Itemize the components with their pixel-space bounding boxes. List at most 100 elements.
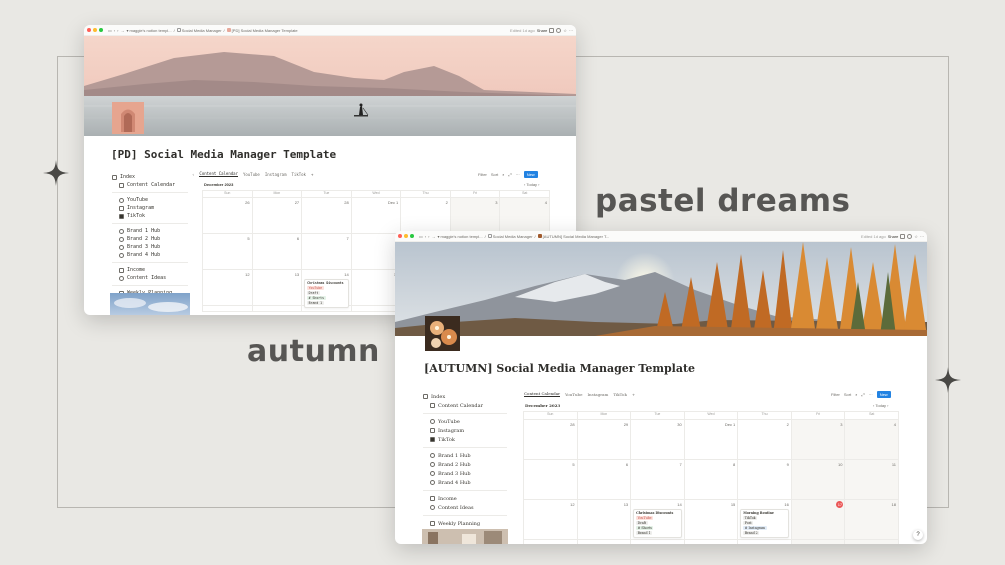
tab-instagram[interactable]: Instagram	[587, 392, 608, 397]
calendar-day[interactable]	[685, 540, 739, 544]
breadcrumb-item[interactable]: [AUTUMN] Social Media Manager T...	[537, 234, 609, 239]
calendar-day[interactable]	[524, 540, 578, 544]
calendar-day[interactable]: 12	[203, 270, 253, 306]
share-button[interactable]: Share	[537, 28, 548, 33]
tab-youtube[interactable]: YouTube	[565, 392, 582, 397]
sidebar-item-income[interactable]: Income	[423, 494, 507, 503]
calendar-day[interactable]: 4	[500, 198, 550, 234]
calendar-day[interactable]: 29	[577, 420, 632, 460]
share-button[interactable]: Share	[888, 234, 899, 239]
sidebar-item-instagram[interactable]: Instagram	[423, 426, 507, 435]
calendar-day[interactable]: 14 Christmas Discounts YouTube Draft # S…	[631, 500, 685, 540]
tab-content-calendar[interactable]: Content Calendar	[199, 171, 238, 177]
calendar-day[interactable]: 6	[252, 234, 303, 270]
calendar-day[interactable]: 5	[524, 460, 578, 500]
calendar-day[interactable]: 6	[577, 460, 632, 500]
calendar-day[interactable]: 17	[791, 500, 846, 540]
expand-icon[interactable]: ⤢	[508, 172, 511, 177]
calendar-day[interactable]	[578, 540, 632, 544]
sidebar-item-weekly-planning[interactable]: Weekly Planning	[423, 519, 507, 528]
more-icon[interactable]: ···	[920, 234, 924, 239]
calendar-day[interactable]: 7	[631, 460, 685, 500]
tab-tiktok[interactable]: TikTok	[292, 172, 306, 177]
breadcrumb-item[interactable]: ▾ maggie's notion templ...	[126, 28, 171, 33]
calendar-day[interactable]	[845, 540, 899, 544]
minimize-dot[interactable]	[404, 234, 408, 238]
back-icon[interactable]: ‹	[114, 28, 115, 33]
expand-icon[interactable]: ⤢	[861, 392, 864, 397]
sidebar-item-content-ideas[interactable]: Content Ideas	[423, 503, 507, 512]
today-button[interactable]: ‹ Today ›	[873, 403, 889, 408]
page-cover-icon[interactable]	[112, 102, 144, 134]
close-dot[interactable]	[398, 234, 402, 238]
calendar-day[interactable]: 4	[845, 420, 899, 460]
calendar-day[interactable]	[351, 306, 402, 312]
breadcrumb-item[interactable]: Social Media Manager	[176, 28, 222, 33]
calendar-day[interactable]: 7	[302, 234, 352, 270]
calendar-day[interactable]: 28	[302, 198, 352, 234]
calendar-day[interactable]: 27	[252, 198, 303, 234]
comment-icon[interactable]	[549, 27, 555, 33]
more-icon[interactable]: ···	[516, 172, 520, 177]
sidebar-item-tiktok[interactable]: TikTok	[423, 435, 507, 444]
more-icon[interactable]: ···	[569, 28, 573, 33]
search-icon[interactable]: ⌕	[502, 172, 504, 177]
tab-instagram[interactable]: Instagram	[265, 172, 287, 177]
history-icon[interactable]	[907, 233, 913, 239]
maximize-dot[interactable]	[410, 234, 414, 238]
calendar-day[interactable]: 13	[577, 500, 632, 540]
calendar-day[interactable]: 2	[401, 198, 451, 234]
calendar-day[interactable]	[252, 306, 303, 312]
tab-tiktok[interactable]: TikTok	[613, 392, 627, 397]
sort-button[interactable]: Sort	[491, 172, 498, 177]
arrow-icon[interactable]: →	[431, 234, 435, 239]
sidebar-item-brand-4[interactable]: Brand 4 Hub	[423, 478, 507, 487]
minimize-dot[interactable]	[93, 28, 97, 32]
breadcrumb-item[interactable]: Social Media Manager	[487, 234, 533, 239]
calendar-day[interactable]: 30	[631, 420, 685, 460]
calendar-day[interactable]: 8	[351, 234, 402, 270]
calendar-day[interactable]	[302, 306, 352, 312]
calendar-day[interactable]: 8	[684, 460, 739, 500]
sidebar-item-content-ideas[interactable]: Content Ideas	[112, 274, 188, 282]
collapse-icon[interactable]: ‹	[192, 172, 194, 177]
sidebar-item-brand-3[interactable]: Brand 3 Hub	[423, 469, 507, 478]
help-button[interactable]: ?	[913, 530, 923, 540]
sidebar-item-brand-2[interactable]: Brand 2 Hub	[423, 460, 507, 469]
arrow-icon[interactable]: →	[120, 28, 124, 33]
calendar-event-card[interactable]: Christmas Discounts YouTube Draft # Shor…	[304, 279, 349, 308]
search-icon[interactable]: ⌕	[855, 392, 857, 397]
close-dot[interactable]	[87, 28, 91, 32]
star-icon[interactable]: ☆	[563, 28, 567, 33]
calendar-day[interactable]: 5	[203, 234, 253, 270]
sidebar-toggle-icon[interactable]: ▭	[419, 234, 423, 239]
back-icon[interactable]: ‹	[425, 234, 426, 239]
calendar-day[interactable]	[738, 540, 792, 544]
forward-icon[interactable]: ›	[117, 28, 118, 33]
sort-button[interactable]: Sort	[844, 392, 851, 397]
calendar-day[interactable]: 2	[738, 420, 792, 460]
sidebar-item-brand-3[interactable]: Brand 3 Hub	[112, 243, 188, 251]
history-icon[interactable]	[556, 27, 562, 33]
new-button[interactable]: New	[523, 171, 538, 178]
sidebar-item-brand-4[interactable]: Brand 4 Hub	[112, 251, 188, 259]
calendar-event-card[interactable]: Christmas Discounts YouTube Draft # Shor…	[633, 509, 682, 538]
calendar-day[interactable]: Dec 1	[351, 198, 402, 234]
maximize-dot[interactable]	[99, 28, 103, 32]
sidebar-item-instagram[interactable]: Instagram	[112, 204, 188, 212]
sidebar-item-brand-1[interactable]: Brand 1 Hub	[112, 227, 188, 235]
calendar-day[interactable]: 9	[738, 460, 792, 500]
add-view-button[interactable]: +	[311, 172, 313, 177]
calendar-day[interactable]: 15	[351, 270, 402, 306]
calendar-day[interactable]: 10	[791, 460, 846, 500]
new-button[interactable]: New	[876, 391, 891, 398]
sidebar-item-income[interactable]: Income	[112, 266, 188, 274]
sidebar-item-youtube[interactable]: YouTube	[423, 417, 507, 426]
today-button[interactable]: ‹ Today ›	[524, 182, 540, 187]
breadcrumb-item[interactable]: ▾ maggie's notion templ...	[437, 234, 482, 239]
tab-content-calendar[interactable]: Content Calendar	[524, 391, 560, 397]
calendar-day[interactable]	[631, 540, 685, 544]
more-icon[interactable]: ···	[869, 392, 873, 397]
calendar-day[interactable]: 16 Morning Routine TikTok Post # Instagr…	[738, 500, 792, 540]
sidebar-item-tiktok[interactable]: TikTok	[112, 212, 188, 220]
